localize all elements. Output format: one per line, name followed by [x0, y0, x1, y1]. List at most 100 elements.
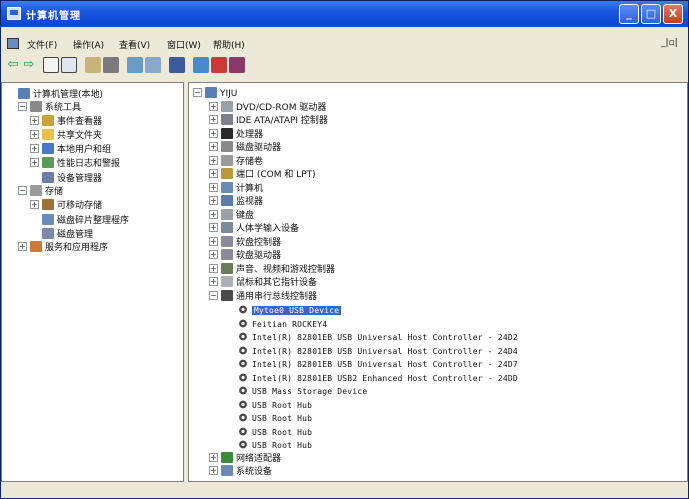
tree-node[interactable]: + 可移动存储: [30, 199, 102, 212]
device-node[interactable]: + 监视器: [209, 195, 263, 208]
device-node[interactable]: − YIJU: [193, 87, 237, 100]
expand-toggle[interactable]: +: [30, 144, 39, 153]
device-node[interactable]: USB Root Hub: [225, 438, 312, 451]
menu-file[interactable]: 文件(F): [27, 38, 57, 51]
device-node[interactable]: Intel(R) 82801EB USB Universal Host Cont…: [225, 330, 518, 343]
node-label: 鼠标和其它指针设备: [236, 278, 318, 288]
uninstall-icon[interactable]: [211, 57, 227, 73]
print-icon[interactable]: [103, 57, 119, 73]
disable-icon[interactable]: [229, 57, 245, 73]
system-devices-icon: [221, 465, 233, 476]
expand-toggle[interactable]: +: [209, 182, 218, 192]
expand-toggle[interactable]: −: [193, 88, 202, 97]
device-node[interactable]: − 通用串行总线控制器: [209, 289, 318, 303]
export-icon[interactable]: [145, 57, 161, 73]
mouse-icon: [221, 276, 233, 287]
device-node[interactable]: + 磁盘驱动器: [209, 141, 281, 154]
expand-toggle[interactable]: +: [30, 116, 39, 125]
expand-toggle[interactable]: +: [209, 277, 218, 286]
device-node[interactable]: Feitian ROCKEY4: [225, 317, 327, 330]
expand-toggle[interactable]: +: [209, 142, 218, 151]
device-node[interactable]: + 计算机: [209, 181, 264, 195]
show-hide-tree-icon[interactable]: [43, 57, 59, 73]
expand-toggle[interactable]: +: [209, 250, 218, 259]
expand-toggle[interactable]: −: [18, 102, 27, 111]
device-node[interactable]: + 人体学输入设备: [209, 222, 299, 235]
device-node[interactable]: + 软盘驱动器: [209, 249, 281, 262]
tree-node[interactable]: + 本地用户和组: [30, 143, 111, 156]
expand-toggle[interactable]: +: [30, 200, 39, 209]
usb-icon: [237, 358, 249, 369]
expand-toggle[interactable]: +: [209, 263, 218, 273]
device-node[interactable]: USB Root Hub: [225, 398, 312, 411]
expand-toggle[interactable]: +: [209, 223, 218, 232]
tree-node[interactable]: + 服务和应用程序: [18, 241, 108, 254]
expand-toggle[interactable]: +: [209, 209, 218, 219]
expand-toggle[interactable]: +: [209, 155, 218, 165]
device-node[interactable]: + 声音、视频和游戏控制器: [209, 262, 335, 276]
mdi-window-controls[interactable]: _|▫|: [661, 38, 678, 48]
expand-toggle[interactable]: −: [209, 290, 218, 300]
tree-node[interactable]: + 共享文件夹: [30, 129, 102, 142]
tree-node[interactable]: 设备管理器: [30, 171, 102, 184]
tree-node[interactable]: + 事件查看器: [30, 115, 102, 128]
device-node[interactable]: + 存储卷: [209, 154, 263, 168]
device-list-pane[interactable]: − YIJU + DVD/CD-ROM 驱动器 + IDE ATA/ATAPI 控制器 + 处…: [188, 82, 688, 482]
expand-toggle[interactable]: +: [209, 236, 218, 246]
computer-icon: [205, 87, 217, 98]
menu-action[interactable]: 操作(A): [73, 38, 104, 51]
help-icon[interactable]: [169, 57, 185, 73]
up-icon[interactable]: [61, 57, 77, 73]
expand-toggle[interactable]: −: [18, 186, 27, 195]
device-node[interactable]: + DVD/CD-ROM 驱动器: [209, 100, 326, 114]
tree-node[interactable]: 磁盘管理: [30, 227, 93, 240]
tree-node[interactable]: − 存储: [18, 185, 63, 198]
tree-node[interactable]: − 系统工具: [18, 101, 81, 114]
expand-toggle[interactable]: +: [209, 128, 218, 138]
back-icon[interactable]: ⇦: [5, 57, 21, 73]
device-node[interactable]: + 网络适配器: [209, 451, 281, 465]
tree-node[interactable]: 计算机管理(本地): [6, 87, 103, 100]
expand-toggle[interactable]: +: [209, 115, 218, 124]
mmc-document-icon[interactable]: [7, 38, 19, 49]
device-node[interactable]: Mytoe0 USB Device: [225, 303, 342, 316]
expand-toggle[interactable]: +: [209, 196, 218, 205]
tree-node[interactable]: 磁盘碎片整理程序: [30, 213, 129, 226]
close-button[interactable]: X: [663, 4, 683, 24]
device-node[interactable]: + 端口 (COM 和 LPT): [209, 168, 316, 181]
device-node[interactable]: USB Mass Storage Device: [225, 384, 367, 397]
device-node[interactable]: Intel(R) 82801EB USB Universal Host Cont…: [225, 357, 518, 370]
expand-toggle[interactable]: +: [209, 452, 218, 462]
device-node[interactable]: Intel(R) 82801EB USB Universal Host Cont…: [225, 344, 518, 357]
device-node[interactable]: USB Root Hub: [225, 425, 312, 438]
expand-toggle[interactable]: +: [18, 242, 27, 251]
expand-toggle[interactable]: +: [209, 466, 218, 475]
forward-icon[interactable]: ⇨: [21, 57, 37, 73]
minimize-button[interactable]: _: [619, 4, 639, 24]
device-node[interactable]: + 软盘控制器: [209, 235, 281, 249]
menu-help[interactable]: 帮助(H): [213, 38, 245, 51]
device-node[interactable]: + 键盘: [209, 208, 254, 222]
device-node[interactable]: + IDE ATA/ATAPI 控制器: [209, 114, 328, 127]
refresh-icon[interactable]: [127, 57, 143, 73]
tree-node[interactable]: + 性能日志和警报: [30, 157, 120, 170]
device-node[interactable]: + 处理器: [209, 127, 263, 141]
device-node[interactable]: USB Root Hub: [225, 411, 312, 424]
expand-toggle[interactable]: +: [209, 169, 218, 178]
node-label: 通用串行总线控制器: [236, 291, 318, 302]
title-bar[interactable]: 计算机管理 _ □ X: [1, 1, 688, 27]
maximize-button[interactable]: □: [641, 4, 661, 24]
expand-toggle[interactable]: +: [209, 101, 218, 111]
expand-toggle[interactable]: +: [30, 130, 39, 139]
device-node[interactable]: + 鼠标和其它指针设备: [209, 276, 317, 289]
properties-icon[interactable]: [85, 57, 101, 73]
menu-window[interactable]: 窗口(W): [167, 38, 201, 51]
menu-view[interactable]: 查看(V): [119, 38, 150, 51]
console-tree-pane[interactable]: 计算机管理(本地) − 系统工具 + 事件查看器 + 共享文件夹 + 本地用户和组 + 性能日志和警…: [1, 82, 184, 482]
node-label: 计算机: [236, 183, 264, 194]
scan-hardware-icon[interactable]: [193, 57, 209, 73]
device-node[interactable]: Intel(R) 82801EB USB2 Enhanced Host Cont…: [225, 371, 518, 384]
expand-toggle[interactable]: +: [30, 158, 39, 167]
device-node[interactable]: + 系统设备: [209, 465, 272, 478]
dvd-icon: [221, 100, 233, 112]
